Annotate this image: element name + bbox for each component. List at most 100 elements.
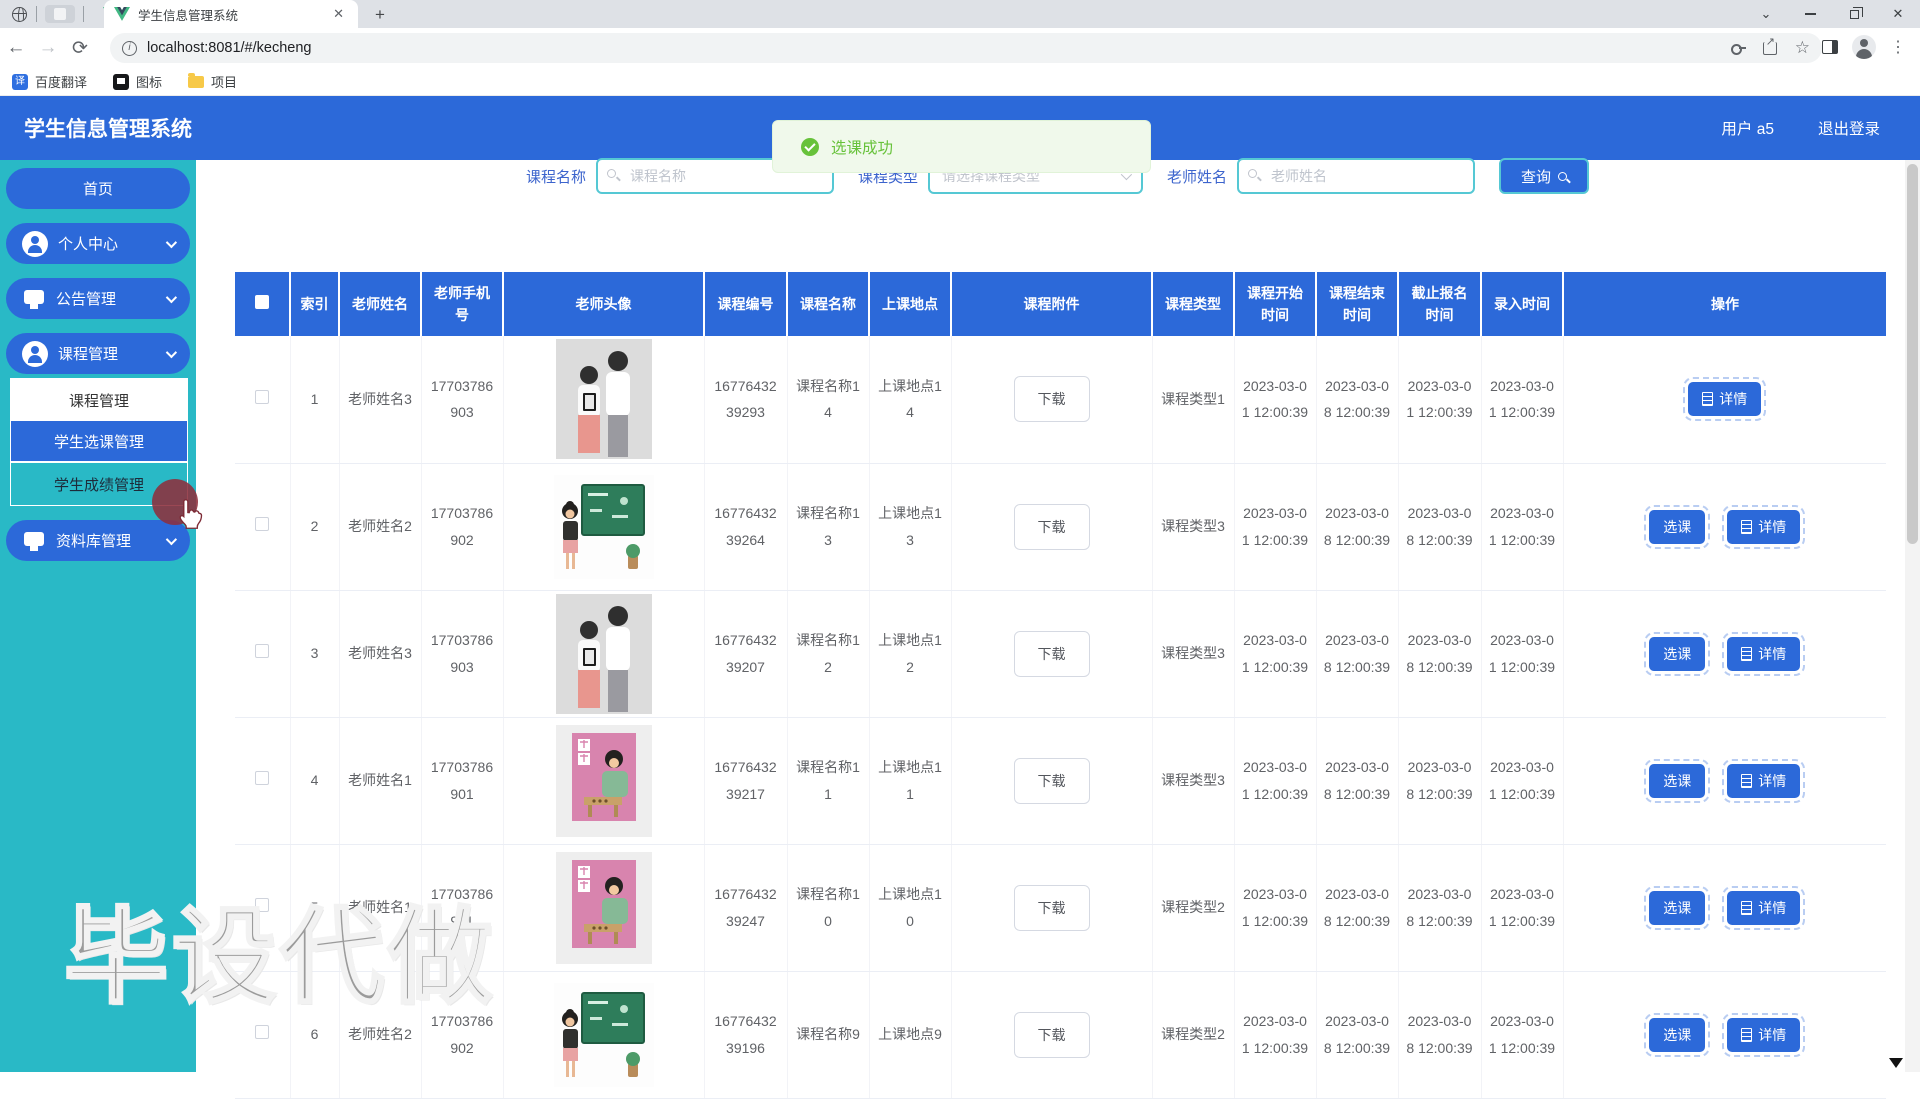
forward-button[interactable]: → bbox=[32, 37, 64, 59]
search-button[interactable]: 查询 bbox=[1499, 158, 1589, 194]
bookmark-label: 图标 bbox=[136, 72, 162, 91]
close-button[interactable]: ✕ bbox=[1876, 0, 1920, 28]
select-course-button[interactable]: 选课 bbox=[1649, 764, 1705, 798]
logout-link[interactable]: 退出登录 bbox=[1818, 117, 1880, 139]
profile-avatar-icon[interactable] bbox=[1852, 35, 1876, 59]
row-checkbox[interactable] bbox=[255, 517, 269, 531]
select-all-checkbox[interactable] bbox=[255, 295, 269, 309]
search-button-label: 查询 bbox=[1521, 166, 1551, 187]
folder-icon bbox=[188, 76, 204, 88]
restore-button[interactable] bbox=[1832, 0, 1876, 28]
site-info-icon[interactable]: i bbox=[122, 41, 137, 56]
browser-toolbar: ← → ⟳ i localhost:8081/#/kecheng ☆ ⋮ bbox=[0, 28, 1920, 68]
teacher-name-input[interactable] bbox=[1237, 158, 1475, 194]
vue-logo-icon bbox=[114, 7, 130, 21]
row-checkbox[interactable] bbox=[255, 390, 269, 404]
chevron-down-icon bbox=[166, 346, 177, 357]
select-course-button[interactable]: 选课 bbox=[1649, 1018, 1705, 1052]
chevron-down-icon bbox=[166, 236, 177, 247]
cell-course-number: 1677643239196 bbox=[704, 971, 787, 1098]
detail-button[interactable]: 详情 bbox=[1688, 382, 1761, 416]
download-button[interactable]: 下载 bbox=[1014, 631, 1090, 677]
sidebar-item-personal-center[interactable]: 个人中心 bbox=[6, 223, 190, 264]
sidebar-item-label: 资料库管理 bbox=[56, 530, 131, 551]
sidebar-item-library-mgmt[interactable]: 资料库管理 bbox=[6, 520, 190, 561]
cell-class-location: 上课地点12 bbox=[869, 590, 951, 717]
submenu-label: 学生选课管理 bbox=[54, 431, 144, 452]
password-key-icon[interactable] bbox=[1731, 44, 1745, 52]
flag-icon bbox=[113, 74, 129, 90]
current-user[interactable]: 用户 a5 bbox=[1721, 117, 1774, 139]
download-button[interactable]: 下载 bbox=[1014, 758, 1090, 804]
tab-search-icon[interactable]: ⌄ bbox=[1744, 0, 1788, 28]
browser-menu-icon[interactable]: ⋮ bbox=[1890, 37, 1906, 57]
detail-button-label: 详情 bbox=[1758, 771, 1786, 791]
bookmark-project[interactable]: 项目 bbox=[188, 72, 237, 91]
download-button[interactable]: 下载 bbox=[1014, 376, 1090, 422]
download-button[interactable]: 下载 bbox=[1014, 504, 1090, 550]
bookmark-star-icon[interactable]: ☆ bbox=[1795, 38, 1810, 58]
submenu-item-student-course-selection[interactable]: 学生选课管理 bbox=[11, 421, 187, 463]
cell-course-type: 课程类型3 bbox=[1152, 590, 1234, 717]
url-text[interactable]: localhost:8081/#/kecheng bbox=[147, 40, 1731, 56]
column-header: 课程名称 bbox=[787, 272, 869, 336]
document-icon bbox=[1741, 1028, 1752, 1042]
bookmark-baidu-translate[interactable]: 译 百度翻译 bbox=[12, 72, 87, 91]
download-button[interactable]: 下载 bbox=[1014, 1012, 1090, 1058]
table-header-row: 索引老师姓名老师手机号老师头像课程编号课程名称上课地点课程附件课程类型课程开始时… bbox=[235, 272, 1886, 336]
browser-tab-strip: 学生信息管理系统 ✕ + ⌄ ✕ bbox=[0, 0, 1920, 28]
teacher-avatar-image bbox=[503, 590, 704, 717]
download-button[interactable]: 下载 bbox=[1014, 885, 1090, 931]
row-checkbox[interactable] bbox=[255, 771, 269, 785]
share-icon[interactable] bbox=[1763, 42, 1777, 55]
cell-teacher-name: 老师姓名3 bbox=[339, 590, 421, 717]
cell-course-type: 课程类型3 bbox=[1152, 463, 1234, 590]
cell-teacher-name: 老师姓名1 bbox=[339, 717, 421, 844]
tab-title: 学生信息管理系统 bbox=[138, 5, 329, 24]
detail-button[interactable]: 详情 bbox=[1727, 764, 1800, 798]
detail-button[interactable]: 详情 bbox=[1727, 891, 1800, 925]
document-icon bbox=[1741, 774, 1752, 788]
select-course-button[interactable]: 选课 bbox=[1649, 891, 1705, 925]
cell-teacher-phone: 17703786902 bbox=[421, 463, 503, 590]
page-scrollbar[interactable] bbox=[1905, 160, 1920, 1072]
chevron-down-icon bbox=[166, 291, 177, 302]
column-header: 老师姓名 bbox=[339, 272, 421, 336]
select-course-button[interactable]: 选课 bbox=[1649, 637, 1705, 671]
cell-entry-time: 2023-03-01 12:00:39 bbox=[1481, 971, 1563, 1098]
new-tab-button[interactable]: + bbox=[368, 3, 392, 27]
cell-class-location: 上课地点11 bbox=[869, 717, 951, 844]
sidebar-item-announcement-mgmt[interactable]: 公告管理 bbox=[6, 278, 190, 319]
reload-button[interactable]: ⟳ bbox=[64, 37, 96, 60]
side-panel-icon[interactable] bbox=[1822, 40, 1838, 54]
row-checkbox[interactable] bbox=[255, 644, 269, 658]
detail-button[interactable]: 详情 bbox=[1727, 1018, 1800, 1052]
sidebar-item-home[interactable]: 首页 bbox=[6, 168, 190, 209]
cell-entry-time: 2023-03-01 12:00:39 bbox=[1481, 336, 1563, 463]
scrollbar-thumb[interactable] bbox=[1907, 164, 1918, 544]
back-button[interactable]: ← bbox=[0, 37, 32, 59]
submenu-item-course-mgmt[interactable]: 课程管理 bbox=[11, 379, 187, 421]
detail-button[interactable]: 详情 bbox=[1727, 510, 1800, 544]
pinned-tab[interactable] bbox=[45, 5, 75, 23]
bookmark-icons[interactable]: 图标 bbox=[113, 72, 162, 91]
cell-course-name: 课程名称10 bbox=[787, 844, 869, 971]
minimize-button[interactable] bbox=[1788, 0, 1832, 28]
database-icon bbox=[22, 529, 46, 553]
row-checkbox[interactable] bbox=[255, 1025, 269, 1039]
cell-entry-time: 2023-03-01 12:00:39 bbox=[1481, 844, 1563, 971]
browser-icon-tab[interactable] bbox=[10, 5, 28, 23]
submenu-label: 学生成绩管理 bbox=[54, 474, 144, 495]
tab-separator bbox=[83, 6, 84, 22]
sidebar-item-course-mgmt[interactable]: 课程管理 bbox=[6, 333, 190, 374]
teacher-avatar-image bbox=[503, 463, 704, 590]
person-icon bbox=[22, 231, 48, 257]
select-course-button[interactable]: 选课 bbox=[1649, 510, 1705, 544]
active-tab[interactable]: 学生信息管理系统 ✕ bbox=[104, 0, 358, 28]
column-header: 课程附件 bbox=[951, 272, 1152, 336]
column-header: 课程编号 bbox=[704, 272, 787, 336]
tab-close-icon[interactable]: ✕ bbox=[329, 6, 348, 22]
detail-button[interactable]: 详情 bbox=[1727, 637, 1800, 671]
cell-end-time: 2023-03-08 12:00:39 bbox=[1316, 590, 1398, 717]
address-bar[interactable]: i localhost:8081/#/kecheng ☆ bbox=[110, 33, 1822, 63]
